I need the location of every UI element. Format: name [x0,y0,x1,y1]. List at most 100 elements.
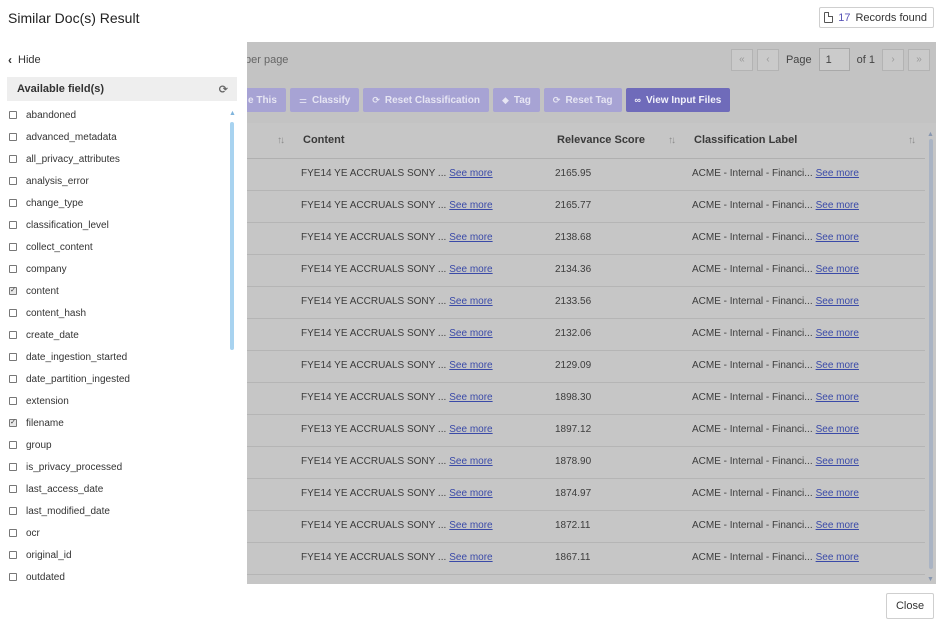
table-row[interactable]: FYE14 YE ACCRUALS SONY ... See more 2133.5… [247,287,925,319]
close-button[interactable]: Close [886,593,934,619]
page-number-input[interactable]: 1 [818,48,850,71]
field-item[interactable]: ocr [9,524,40,542]
field-checkbox[interactable] [9,529,17,537]
see-more-link[interactable]: See more [816,232,859,243]
scroll-down-arrow-icon[interactable]: ▼ [927,576,934,583]
field-checkbox[interactable] [9,507,17,515]
field-item[interactable]: change_type [9,194,83,212]
toolbar-button[interactable]: ◆ Tag [492,88,540,112]
see-more-link[interactable]: See more [816,168,859,179]
field-checkbox[interactable]: ✓ [9,419,17,427]
field-item[interactable]: group [9,436,52,454]
toolbar-button[interactable]: e This [247,88,286,112]
column-header-content[interactable]: Content [303,134,345,146]
see-more-link[interactable]: See more [449,168,492,179]
field-checkbox[interactable] [9,199,17,207]
refresh-icon[interactable]: ⟳ [219,83,228,96]
field-checkbox[interactable] [9,133,17,141]
field-item[interactable]: abandoned [9,106,76,124]
field-checkbox[interactable] [9,485,17,493]
toolbar-button[interactable]: ∞ View Input Files [625,88,731,112]
field-item[interactable]: advanced_metadata [9,128,117,146]
see-more-link[interactable]: See more [449,424,492,435]
hide-panel-button[interactable]: ‹ Hide [8,53,41,67]
table-row[interactable]: FYE13 YE ACCRUALS SONY ... See more 1897.1… [247,415,925,447]
see-more-link[interactable]: See more [816,392,859,403]
sort-icon[interactable]: ↑↓ [277,135,285,146]
table-row[interactable]: FYE14 YE ACCRUALS SONY ... See more 1898.3… [247,383,925,415]
field-checkbox[interactable] [9,177,17,185]
table-scrollbar[interactable]: ▲ ▼ [927,131,934,583]
table-row[interactable]: FYE14 YE ACCRUALS SONY ... See more 2165.7… [247,191,925,223]
field-item[interactable]: date_ingestion_started [9,348,127,366]
field-checkbox[interactable] [9,397,17,405]
fields-scroll-thumb[interactable] [230,122,234,350]
last-page-button[interactable]: » [908,48,930,71]
field-checkbox[interactable] [9,353,17,361]
field-checkbox[interactable] [9,265,17,273]
scroll-up-arrow-icon[interactable]: ▲ [927,131,934,138]
see-more-link[interactable]: See more [449,456,492,467]
field-checkbox[interactable] [9,111,17,119]
see-more-link[interactable]: See more [449,296,492,307]
see-more-link[interactable]: See more [449,360,492,371]
field-item[interactable]: last_access_date [9,480,103,498]
table-row[interactable]: FYE14 YE ACCRUALS SONY ... See more 2132.0… [247,319,925,351]
field-checkbox[interactable] [9,243,17,251]
see-more-link[interactable]: See more [816,328,859,339]
see-more-link[interactable]: See more [449,232,492,243]
field-checkbox[interactable] [9,155,17,163]
see-more-link[interactable]: See more [449,488,492,499]
see-more-link[interactable]: See more [816,520,859,531]
table-row[interactable]: FYE14 YE ACCRUALS SONY ... See more 2165.9… [247,159,925,191]
field-item[interactable]: classification_level [9,216,109,234]
see-more-link[interactable]: See more [816,264,859,275]
field-checkbox[interactable] [9,463,17,471]
see-more-link[interactable]: See more [449,552,492,563]
table-row[interactable]: FYE14 YE ACCRUALS SONY ... See more 1872.1… [247,511,925,543]
field-checkbox[interactable]: ✓ [9,287,17,295]
fields-scrollbar[interactable]: ▲ [229,110,236,352]
scroll-up-arrow-icon[interactable]: ▲ [229,110,236,117]
table-row[interactable]: FYE14 YE ACCRUALS SONY ... See more 1867.1… [247,543,925,575]
field-item[interactable]: date_partition_ingested [9,370,130,388]
see-more-link[interactable]: See more [816,296,859,307]
field-item[interactable]: extension [9,392,69,410]
column-header-relevance[interactable]: Relevance Score [557,134,645,146]
table-row[interactable]: FYE14 YE ACCRUALS SONY ... See more 1874.9… [247,479,925,511]
field-checkbox[interactable] [9,441,17,449]
see-more-link[interactable]: See more [449,200,492,211]
table-row[interactable]: FYE14 YE ACCRUALS SONY ... See more 2138.6… [247,223,925,255]
table-row[interactable]: FYE14 YE ACCRUALS SONY ... See more 2129.0… [247,351,925,383]
field-item[interactable]: analysis_error [9,172,89,190]
table-scroll-thumb[interactable] [929,139,933,569]
prev-page-button[interactable]: ‹ [756,48,779,71]
field-checkbox[interactable] [9,221,17,229]
field-checkbox[interactable] [9,573,17,581]
field-item[interactable]: create_date [9,326,79,344]
field-item[interactable]: content_hash [9,304,86,322]
field-item[interactable]: all_privacy_attributes [9,150,120,168]
see-more-link[interactable]: See more [816,488,859,499]
see-more-link[interactable]: See more [816,200,859,211]
toolbar-button[interactable]: ⚌ Classify [289,88,360,112]
see-more-link[interactable]: See more [816,360,859,371]
see-more-link[interactable]: See more [449,392,492,403]
next-page-button[interactable]: › [882,48,904,71]
field-checkbox[interactable] [9,309,17,317]
field-item[interactable]: last_modified_date [9,502,110,520]
field-checkbox[interactable] [9,551,17,559]
field-item[interactable]: ✓ content [9,282,59,300]
first-page-button[interactable]: « [730,48,753,71]
see-more-link[interactable]: See more [449,520,492,531]
field-item[interactable]: ✓ filename [9,414,64,432]
field-item[interactable]: outdated [9,568,65,586]
toolbar-button[interactable]: ⟳ Reset Tag [543,88,622,112]
field-checkbox[interactable] [9,375,17,383]
table-row[interactable]: FYE14 YE ACCRUALS SONY ... See more 2134.3… [247,255,925,287]
see-more-link[interactable]: See more [816,424,859,435]
table-row[interactable]: FYE14 YE ACCRUALS SONY ... See more 1878.9… [247,447,925,479]
see-more-link[interactable]: See more [816,456,859,467]
see-more-link[interactable]: See more [449,328,492,339]
sort-icon[interactable]: ↑↓ [668,135,676,146]
